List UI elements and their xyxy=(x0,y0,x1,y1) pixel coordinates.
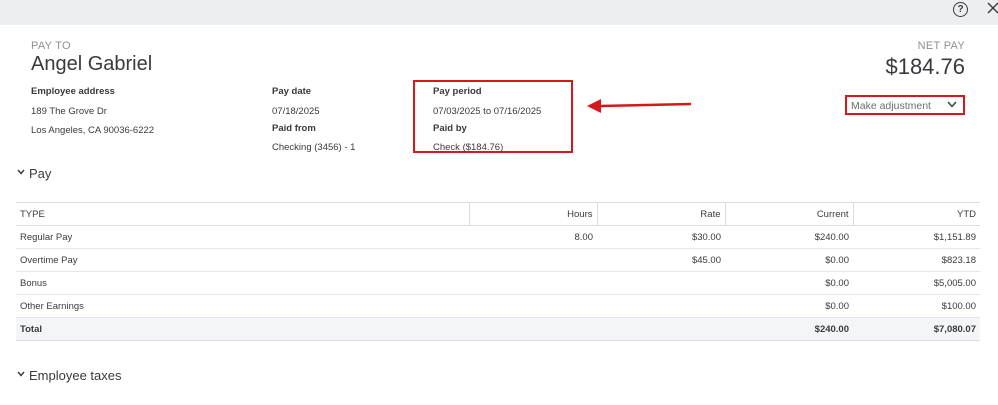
paid-from-label: Paid from xyxy=(272,123,316,134)
chevron-down-icon xyxy=(947,101,957,108)
address-line-1: 189 The Grove Dr xyxy=(31,106,107,117)
paid-by-value: Check ($184.76) xyxy=(433,142,504,153)
type-cell: Bonus xyxy=(16,271,469,295)
total-row: Total $240.00 $7,080.07 xyxy=(16,317,980,341)
pay-table: TYPE Hours Rate Current YTD Regular Pay … xyxy=(16,202,980,341)
net-pay-amount: $184.76 xyxy=(885,54,965,79)
rate-cell: $45.00 xyxy=(597,248,725,272)
column-header-hours[interactable]: Hours xyxy=(468,202,597,226)
type-cell: Regular Pay xyxy=(16,225,469,249)
pay-to-label: PAY TO xyxy=(31,40,71,52)
column-header-rate[interactable]: Rate xyxy=(596,202,725,226)
hours-cell xyxy=(469,294,597,318)
ytd-cell: $823.18 xyxy=(853,248,980,272)
total-label: Total xyxy=(16,317,469,341)
total-ytd-cell: $7,080.07 xyxy=(853,317,980,341)
rate-cell xyxy=(597,294,725,318)
type-cell: Overtime Pay xyxy=(16,248,469,272)
total-hours-cell xyxy=(469,317,597,341)
pay-section-title[interactable]: Pay xyxy=(29,166,51,181)
table-header-row: TYPE Hours Rate Current YTD xyxy=(16,202,980,226)
employee-taxes-section-title[interactable]: Employee taxes xyxy=(29,368,122,383)
column-header-ytd[interactable]: YTD xyxy=(852,202,980,226)
current-cell: $240.00 xyxy=(725,225,853,249)
rate-cell xyxy=(597,271,725,295)
table-row: Other Earnings $0.00 $100.00 xyxy=(16,294,980,318)
table-row: Overtime Pay $45.00 $0.00 $823.18 xyxy=(16,248,980,272)
type-cell: Other Earnings xyxy=(16,294,469,318)
pay-date-label: Pay date xyxy=(272,86,312,97)
current-cell: $0.00 xyxy=(725,294,853,318)
pay-period-value: 07/03/2025 to 07/16/2025 xyxy=(433,106,542,117)
column-header-current[interactable]: Current xyxy=(724,202,853,226)
employee-name: Angel Gabriel xyxy=(31,53,153,75)
paid-from-value: Checking (3456) - 1 xyxy=(272,142,356,153)
top-bar xyxy=(0,0,998,25)
hours-cell xyxy=(469,271,597,295)
annotation-arrow xyxy=(587,99,692,113)
column-header-type[interactable]: TYPE xyxy=(16,202,469,226)
make-adjustment-label: Make adjustment xyxy=(851,100,931,112)
net-pay-label: NET PAY xyxy=(917,40,965,52)
pay-period-label: Pay period xyxy=(433,86,482,97)
rate-cell: $30.00 xyxy=(597,225,725,249)
paid-by-label: Paid by xyxy=(433,123,467,134)
ytd-cell: $1,151.89 xyxy=(853,225,980,249)
current-cell: $0.00 xyxy=(725,248,853,272)
hours-cell: 8.00 xyxy=(469,225,597,249)
ytd-cell: $5,005.00 xyxy=(853,271,980,295)
total-rate-cell xyxy=(597,317,725,341)
help-icon[interactable]: ? xyxy=(953,2,968,17)
total-current-cell: $240.00 xyxy=(725,317,853,341)
close-icon[interactable] xyxy=(986,1,998,15)
employee-address-label: Employee address xyxy=(31,86,115,97)
hours-cell xyxy=(469,248,597,272)
make-adjustment-dropdown[interactable]: Make adjustment xyxy=(845,95,965,115)
pay-date-value: 07/18/2025 xyxy=(272,106,320,117)
ytd-cell: $100.00 xyxy=(853,294,980,318)
chevron-down-icon[interactable] xyxy=(17,371,25,377)
table-row: Bonus $0.00 $5,005.00 xyxy=(16,271,980,295)
address-line-2: Los Angeles, CA 90036-6222 xyxy=(31,125,155,136)
current-cell: $0.00 xyxy=(725,271,853,295)
chevron-down-icon[interactable] xyxy=(17,169,25,175)
table-row: Regular Pay 8.00 $30.00 $240.00 $1,151.8… xyxy=(16,225,980,249)
